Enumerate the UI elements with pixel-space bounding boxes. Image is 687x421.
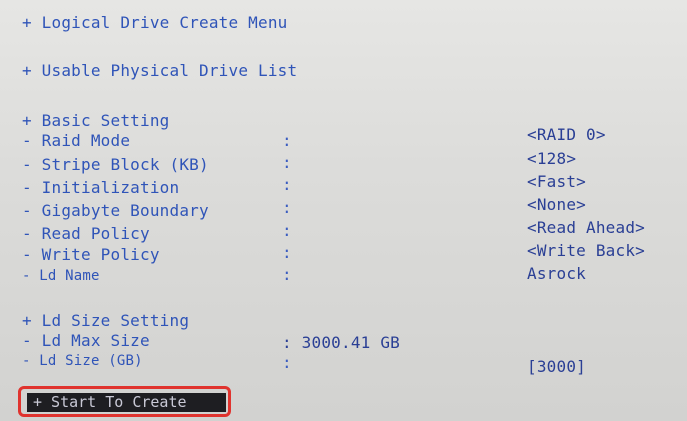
separator: : — [282, 243, 292, 262]
raid-mode-label: - Raid Mode — [22, 131, 131, 150]
separator: : — [282, 131, 292, 150]
separator: : — [282, 265, 292, 284]
separator: : — [282, 175, 292, 194]
ld-size-label: - Ld Size (GB) — [22, 353, 143, 369]
stripe-block-label: - Stripe Block (KB) — [22, 155, 209, 174]
ld-size-setting-header: + Ld Size Setting — [22, 311, 190, 330]
separator: : — [282, 198, 292, 217]
gigabyte-boundary-label: - Gigabyte Boundary — [22, 201, 209, 220]
menu-title: + Logical Drive Create Menu — [22, 13, 288, 32]
read-policy-label: - Read Policy — [22, 224, 150, 243]
ld-name-label: - Ld Name — [22, 268, 100, 284]
stripe-block-value[interactable]: <128> — [527, 150, 576, 168]
separator: : — [282, 221, 292, 240]
raid-mode-value[interactable]: <RAID 0> — [527, 126, 606, 144]
ld-max-size-value: : 3000.41 GB — [282, 333, 400, 352]
write-policy-label: - Write Policy — [22, 245, 160, 264]
ld-max-size-label: - Ld Max Size — [22, 331, 150, 350]
initialization-value[interactable]: <Fast> — [527, 173, 586, 191]
usable-physical-drive-list[interactable]: + Usable Physical Drive List — [22, 62, 297, 80]
bios-screen: + Logical Drive Create Menu + Usable Phy… — [0, 0, 687, 421]
ld-size-value[interactable]: [3000] — [527, 358, 586, 376]
gigabyte-boundary-value[interactable]: <None> — [527, 196, 586, 214]
initialization-label: - Initialization — [22, 178, 180, 197]
read-policy-value[interactable]: <Read Ahead> — [527, 219, 645, 237]
ld-name-value[interactable]: Asrock — [527, 265, 586, 283]
separator: : — [282, 153, 292, 172]
write-policy-value[interactable]: <Write Back> — [527, 242, 645, 260]
separator: : — [282, 353, 292, 372]
start-to-create-button[interactable]: + Start To Create — [27, 393, 226, 412]
basic-setting-header: + Basic Setting — [22, 111, 170, 130]
